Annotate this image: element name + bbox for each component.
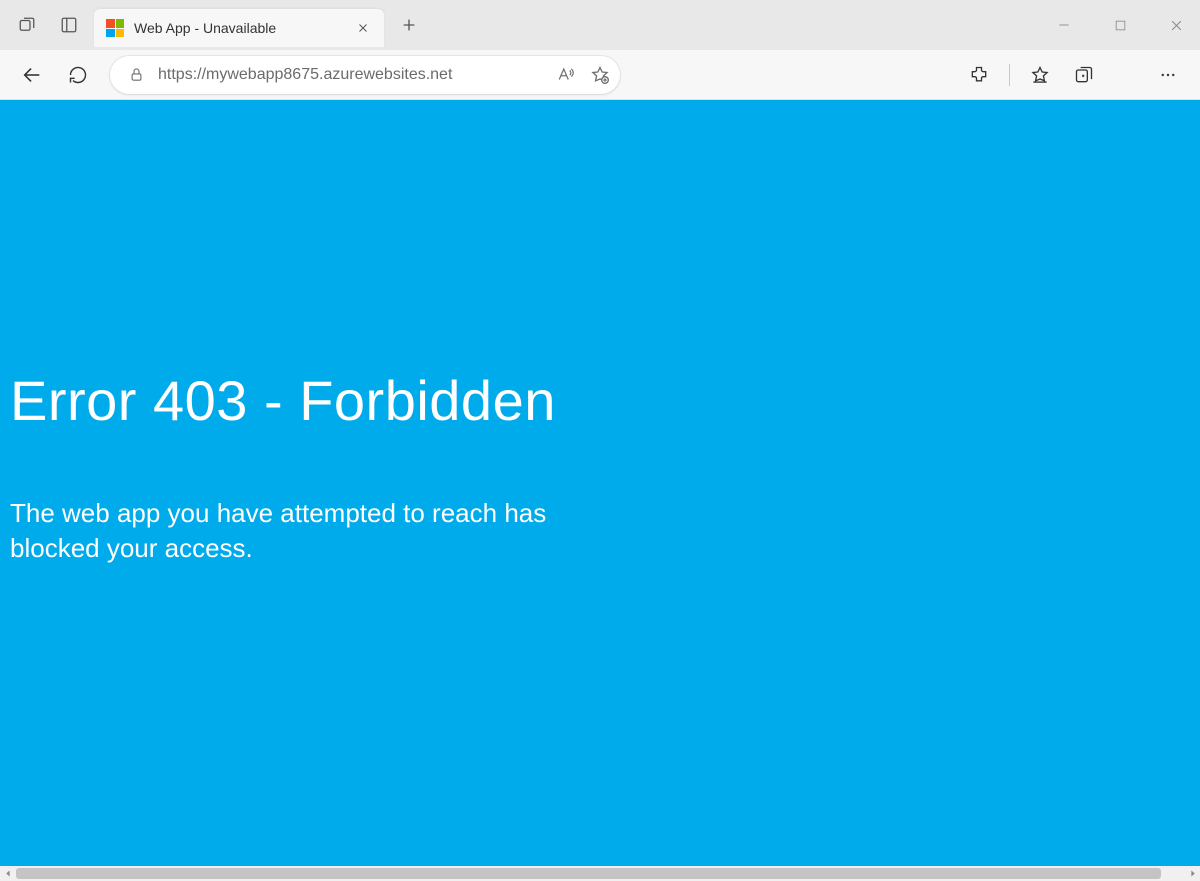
maximize-window-button[interactable] [1102,9,1138,41]
scroll-track[interactable] [16,866,1184,881]
tab-actions-icon[interactable] [10,8,44,42]
favorite-star-icon[interactable] [588,63,612,87]
collections-icon[interactable] [1064,55,1104,95]
favorites-icon[interactable] [1020,55,1060,95]
minimize-window-button[interactable] [1046,9,1082,41]
error-heading: Error 403 - Forbidden [10,370,1190,432]
horizontal-scrollbar[interactable] [0,866,1200,881]
scroll-left-icon[interactable] [0,866,16,881]
address-bar[interactable]: https://mywebapp8675.azurewebsites.net [110,56,620,94]
tab-title: Web App - Unavailable [134,20,342,36]
close-tab-button[interactable] [352,17,374,39]
vertical-tabs-icon[interactable] [52,8,86,42]
lock-icon[interactable] [124,63,148,87]
close-window-button[interactable] [1158,9,1194,41]
browser-toolbar: https://mywebapp8675.azurewebsites.net [0,50,1200,100]
microsoft-favicon-icon [106,19,124,37]
error-message: The web app you have attempted to reach … [10,496,620,566]
browser-tab[interactable]: Web App - Unavailable [94,9,384,47]
window-controls [1046,0,1194,50]
settings-menu-button[interactable] [1148,55,1188,95]
new-tab-button[interactable] [392,8,426,42]
extensions-icon[interactable] [959,55,999,95]
back-button[interactable] [12,55,52,95]
refresh-button[interactable] [58,55,98,95]
window-title-bar: Web App - Unavailable [0,0,1200,50]
page-content: Error 403 - Forbidden The web app you ha… [0,100,1200,866]
scroll-thumb[interactable] [16,868,1161,879]
read-aloud-icon[interactable] [554,63,578,87]
toolbar-right [959,55,1188,95]
separator [1009,64,1010,86]
scroll-right-icon[interactable] [1184,866,1200,881]
url-text[interactable]: https://mywebapp8675.azurewebsites.net [158,66,544,84]
